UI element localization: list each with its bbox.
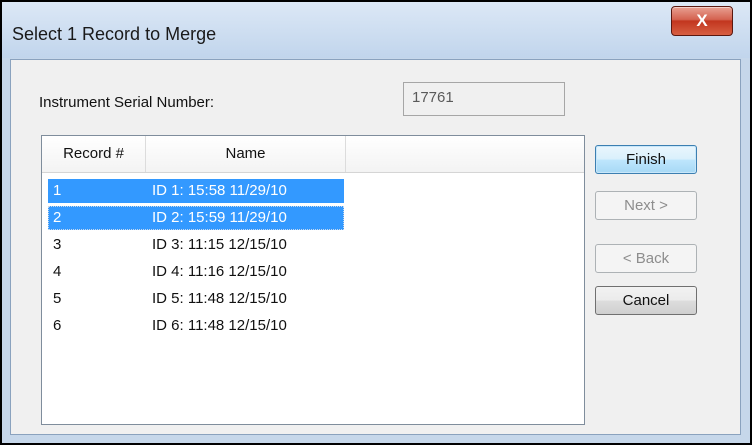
list-row[interactable]: 6 ID 6: 11:48 12/15/10 (48, 314, 344, 338)
column-header-record[interactable]: Record # (42, 136, 146, 172)
record-name: ID 1: 15:58 11/29/10 (152, 182, 287, 199)
back-button[interactable]: < Back (595, 244, 697, 273)
finish-button[interactable]: Finish (595, 145, 697, 174)
serial-number-field: 17761 (403, 82, 565, 116)
serial-number-label: Instrument Serial Number: (39, 94, 215, 111)
record-number: 5 (53, 290, 62, 307)
list-row[interactable]: 5 ID 5: 11:48 12/15/10 (48, 287, 344, 311)
record-list[interactable]: Record # Name 1 ID 1: 15:58 11/29/10 2 I… (41, 135, 585, 425)
list-row[interactable]: 4 ID 4: 11:16 12/15/10 (48, 260, 344, 284)
record-name: ID 2: 15:59 11/29/10 (152, 209, 287, 226)
next-button[interactable]: Next > (595, 191, 697, 220)
record-name: ID 3: 11:15 12/15/10 (152, 236, 287, 253)
list-row[interactable]: 1 ID 1: 15:58 11/29/10 (48, 179, 344, 203)
record-number: 4 (53, 263, 62, 280)
cancel-button[interactable]: Cancel (595, 286, 697, 315)
record-number: 6 (53, 317, 62, 334)
record-name: ID 4: 11:16 12/15/10 (152, 263, 287, 280)
record-number: 3 (53, 236, 62, 253)
list-row[interactable]: 3 ID 3: 11:15 12/15/10 (48, 233, 344, 257)
column-header-empty (346, 136, 584, 172)
record-name: ID 5: 11:48 12/15/10 (152, 290, 287, 307)
dialog-title: Select 1 Record to Merge (12, 24, 217, 44)
dialog-client-area: Instrument Serial Number: 17761 Record #… (10, 59, 741, 435)
record-number: 1 (53, 182, 62, 199)
list-row[interactable]: 2 ID 2: 15:59 11/29/10 (48, 206, 344, 230)
close-button[interactable]: X (671, 6, 733, 36)
merge-dialog: Select 1 Record to Merge X Instrument Se… (0, 0, 752, 445)
record-name: ID 6: 11:48 12/15/10 (152, 317, 287, 334)
column-header-name[interactable]: Name (146, 136, 346, 172)
record-number: 2 (53, 209, 62, 226)
title-bar: Select 1 Record to Merge X (2, 2, 750, 58)
list-header: Record # Name (42, 136, 584, 173)
close-icon: X (696, 11, 708, 30)
